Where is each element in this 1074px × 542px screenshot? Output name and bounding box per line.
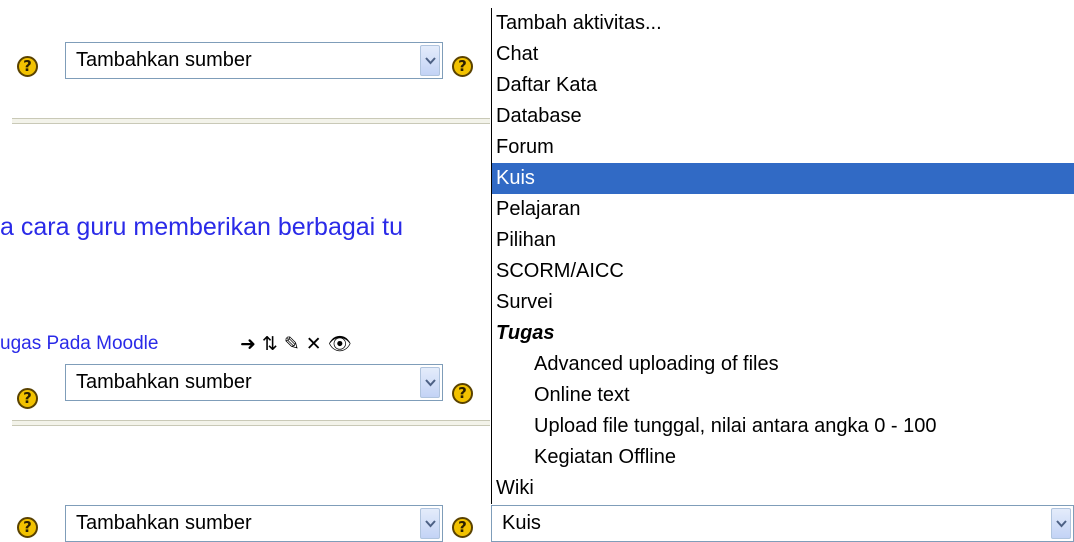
dropdown-option[interactable]: Forum — [496, 132, 554, 163]
add-activity-select[interactable]: Kuis — [491, 505, 1074, 542]
help-icon[interactable]: ? — [452, 383, 473, 404]
section-divider — [12, 118, 490, 124]
add-resource-select[interactable]: Tambahkan sumber — [65, 364, 443, 401]
dropdown-option[interactable]: Pelajaran — [496, 194, 581, 225]
add-resource-select-value: Tambahkan sumber — [76, 371, 252, 393]
chevron-down-icon[interactable] — [420, 508, 440, 539]
add-resource-select[interactable]: Tambahkan sumber — [65, 42, 443, 79]
dropdown-option[interactable]: Wiki — [496, 473, 534, 504]
topic-link[interactable]: ugas Pada Moodle — [0, 333, 158, 355]
help-icon[interactable]: ? — [452, 517, 473, 538]
dropdown-option[interactable]: SCORM/AICC — [496, 256, 624, 287]
section-divider — [12, 420, 490, 426]
section-heading: a cara guru memberikan berbagai tu — [0, 213, 404, 241]
chevron-down-icon[interactable] — [420, 367, 440, 398]
activity-tool-icons: ➜ ⇅ ✎ ✕ 👁 — [240, 332, 358, 356]
dropdown-option[interactable]: Pilihan — [496, 225, 556, 256]
move-arrow-icon[interactable]: ➜ — [240, 333, 256, 355]
dropdown-option[interactable]: Survei — [496, 287, 553, 318]
dropdown-optgroup-label: Tugas — [496, 322, 555, 344]
move-updown-icon[interactable]: ⇅ — [262, 333, 278, 355]
add-resource-select[interactable]: Tambahkan sumber — [65, 505, 443, 542]
dropdown-option[interactable]: Advanced uploading of files — [534, 349, 779, 380]
chevron-down-icon[interactable] — [420, 45, 440, 76]
dropdown-option[interactable]: Upload file tunggal, nilai antara angka … — [534, 411, 937, 442]
help-icon[interactable]: ? — [17, 56, 38, 77]
activity-dropdown-list: Tambah aktivitas... Chat Daftar Kata Dat… — [491, 8, 1074, 504]
edit-icon[interactable]: ✎ — [284, 333, 300, 355]
add-activity-select-value: Kuis — [502, 512, 541, 534]
dropdown-option[interactable]: Database — [496, 101, 582, 132]
help-icon[interactable]: ? — [452, 56, 473, 77]
dropdown-option[interactable]: Daftar Kata — [496, 70, 597, 101]
add-resource-select-value: Tambahkan sumber — [76, 512, 252, 534]
help-icon[interactable]: ? — [17, 388, 38, 409]
dropdown-option[interactable]: Online text — [534, 380, 630, 411]
dropdown-option-selected[interactable]: Kuis — [492, 163, 1074, 194]
dropdown-option[interactable]: Kegiatan Offline — [534, 442, 676, 473]
help-icon[interactable]: ? — [17, 517, 38, 538]
dropdown-option[interactable]: Tambah aktivitas... — [496, 8, 662, 39]
chevron-down-icon[interactable] — [1051, 508, 1071, 539]
show-eye-icon[interactable]: 👁 — [328, 333, 352, 355]
add-resource-select-value: Tambahkan sumber — [76, 49, 252, 71]
delete-icon[interactable]: ✕ — [306, 333, 322, 355]
dropdown-option[interactable]: Chat — [496, 39, 538, 70]
